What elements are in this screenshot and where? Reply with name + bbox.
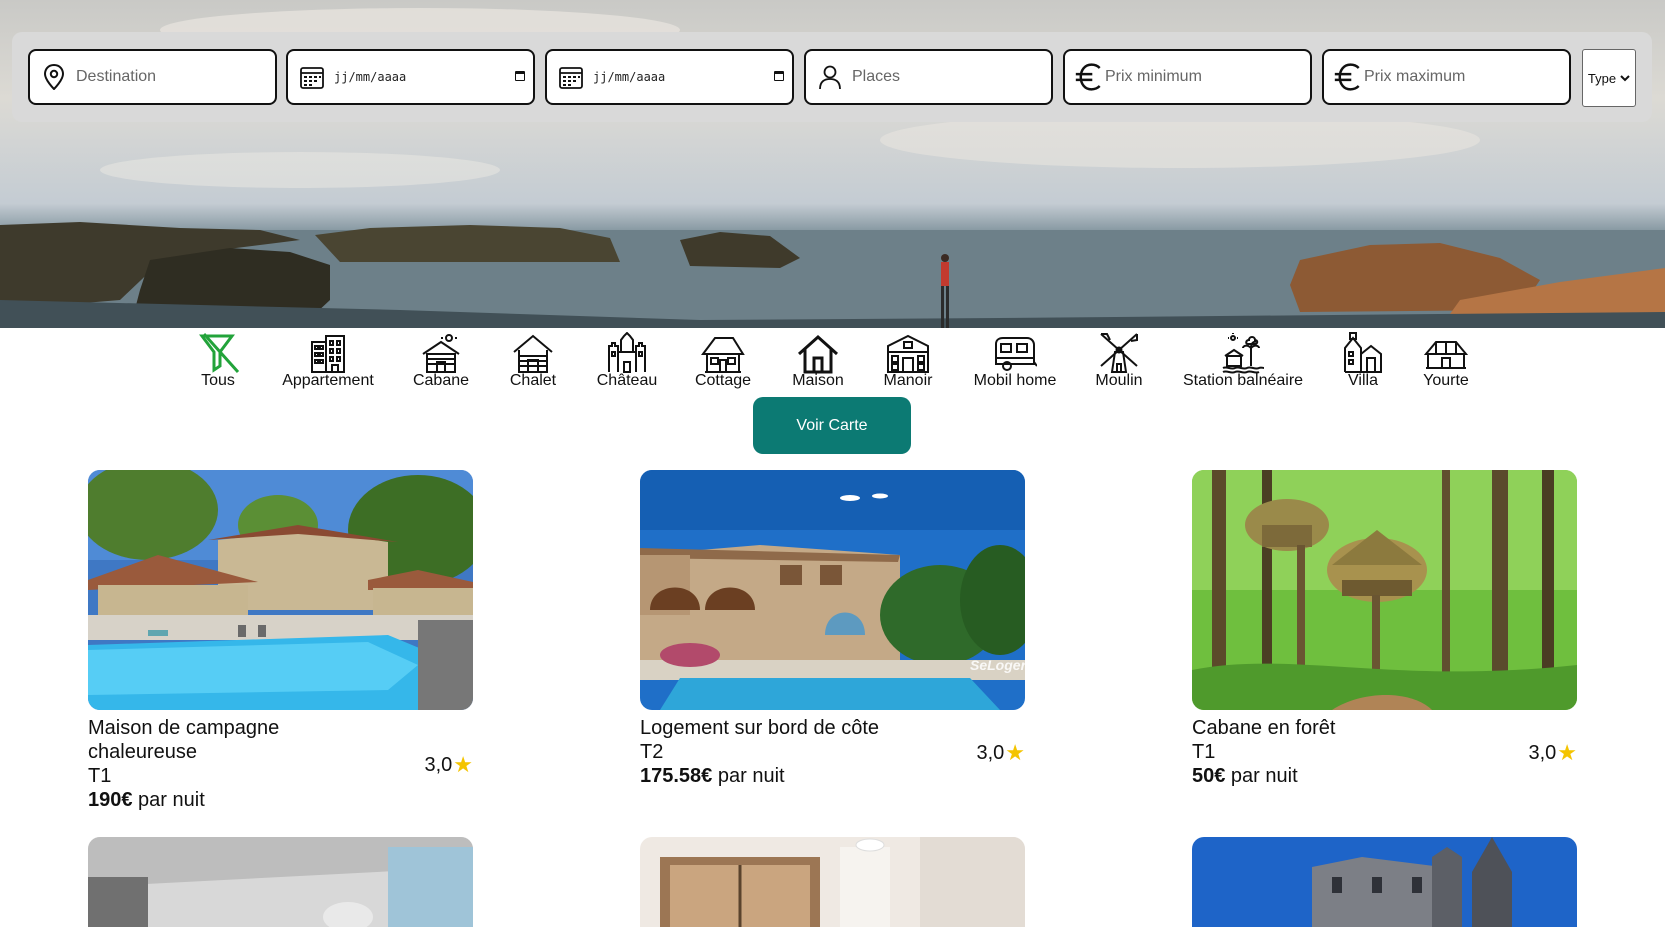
category-tous[interactable]: Tous bbox=[193, 332, 243, 390]
places-input[interactable]: Places bbox=[852, 68, 900, 86]
category-label: Cabane bbox=[412, 372, 470, 389]
image-watermark: SeLoger bbox=[970, 657, 1025, 673]
price-suffix: par nuit bbox=[712, 765, 785, 787]
category-maison[interactable]: Maison bbox=[788, 332, 848, 390]
calendar-icon bbox=[298, 63, 326, 91]
euro-icon bbox=[1334, 63, 1362, 91]
listing-price: 175.58€ par nuit bbox=[640, 764, 1025, 788]
category-label: Moulin bbox=[1095, 372, 1143, 389]
castle-icon bbox=[608, 332, 646, 373]
category-label: Mobil home bbox=[973, 372, 1057, 389]
category-label: Tous bbox=[201, 372, 235, 389]
star-icon: ★ bbox=[453, 752, 473, 777]
start-date-input[interactable]: jj/mm/aaaa bbox=[334, 70, 406, 84]
price-suffix: par nuit bbox=[1225, 765, 1298, 787]
listing-image[interactable] bbox=[1192, 470, 1577, 710]
category-yourte[interactable]: Yourte bbox=[1418, 332, 1474, 390]
category-chalet[interactable]: Chalet bbox=[503, 332, 563, 390]
category-label: Appartement bbox=[282, 372, 374, 389]
mobile-home-icon bbox=[995, 337, 1037, 371]
category-cabane[interactable]: Cabane bbox=[411, 332, 471, 390]
yurt-icon bbox=[1424, 341, 1468, 369]
listing-image[interactable] bbox=[1192, 837, 1577, 927]
price-min-input[interactable]: Prix minimum bbox=[1105, 68, 1202, 86]
house-icon bbox=[797, 334, 839, 374]
listing-image[interactable] bbox=[88, 470, 473, 710]
category-chateau[interactable]: Château bbox=[594, 332, 660, 390]
places-field[interactable]: Places bbox=[804, 49, 1053, 105]
category-label: Manoir bbox=[883, 372, 933, 389]
villa-icon bbox=[1344, 332, 1382, 373]
star-icon: ★ bbox=[1005, 740, 1025, 765]
price-amount: 50€ bbox=[1192, 765, 1226, 787]
category-appartement[interactable]: Appartement bbox=[278, 332, 378, 390]
listing-price: 190€ par nuit bbox=[88, 788, 473, 812]
end-date-field[interactable]: jj/mm/aaaa bbox=[545, 49, 794, 105]
price-suffix: par nuit bbox=[132, 789, 205, 811]
apartment-building-icon bbox=[311, 335, 345, 373]
listing-title[interactable]: Cabane en forêt bbox=[1192, 716, 1422, 740]
listing-type: T1 bbox=[1192, 741, 1216, 763]
listing-price: 50€ par nuit bbox=[1192, 764, 1577, 788]
type-select-value: Type bbox=[1587, 70, 1617, 86]
price-amount: 190€ bbox=[88, 789, 133, 811]
price-max-input[interactable]: Prix maximum bbox=[1364, 68, 1465, 86]
destination-input[interactable]: Destination bbox=[76, 68, 156, 86]
chevron-down-icon bbox=[1620, 75, 1630, 82]
destination-field[interactable]: Destination bbox=[28, 49, 277, 105]
euro-icon bbox=[1075, 63, 1103, 91]
cottage-icon bbox=[701, 337, 745, 373]
cabin-icon bbox=[422, 334, 460, 373]
price-min-field[interactable]: Prix minimum bbox=[1063, 49, 1312, 105]
category-label: Villa bbox=[1348, 372, 1378, 389]
calendar-icon bbox=[557, 63, 585, 91]
category-bar: Tous Appartement Cabane Chalet Château C… bbox=[0, 330, 1665, 392]
rating-value: 3,0 bbox=[424, 753, 453, 776]
category-label: Chalet bbox=[509, 372, 557, 389]
listing-image[interactable] bbox=[640, 837, 1025, 927]
category-label: Cottage bbox=[694, 372, 752, 389]
listing-image[interactable] bbox=[88, 837, 473, 927]
listing-card[interactable]: SeLoger Logement sur bord de côte T2 175… bbox=[640, 470, 1025, 788]
end-date-input[interactable]: jj/mm/aaaa bbox=[593, 70, 665, 84]
user-icon bbox=[816, 63, 844, 91]
star-icon: ★ bbox=[1557, 740, 1577, 765]
category-label: Château bbox=[596, 372, 658, 389]
category-label: Maison bbox=[792, 372, 844, 389]
listing-rating: 3,0 ★ bbox=[1528, 740, 1577, 766]
category-manoir[interactable]: Manoir bbox=[878, 332, 938, 390]
listing-rating: 3,0 ★ bbox=[424, 752, 473, 778]
start-date-field[interactable]: jj/mm/aaaa bbox=[286, 49, 535, 105]
category-cottage[interactable]: Cottage bbox=[691, 332, 755, 390]
listing-title[interactable]: Logement sur bord de côte bbox=[640, 716, 940, 740]
price-amount: 175.58€ bbox=[640, 765, 713, 787]
category-label: Yourte bbox=[1423, 372, 1469, 389]
category-mobil-home[interactable]: Mobil home bbox=[970, 332, 1060, 390]
rating-value: 3,0 bbox=[976, 741, 1005, 764]
listing-image[interactable]: SeLoger bbox=[640, 470, 1025, 710]
listing-card[interactable]: Cabane en forêt T1 50€ par nuit 3,0 ★ bbox=[1192, 470, 1577, 788]
date-picker-icon[interactable] bbox=[774, 71, 784, 81]
location-pin-icon bbox=[40, 63, 68, 91]
category-villa[interactable]: Villa bbox=[1336, 332, 1390, 390]
manor-icon bbox=[887, 334, 929, 373]
rating-value: 3,0 bbox=[1528, 741, 1557, 764]
chalet-icon bbox=[513, 334, 553, 373]
listing-card[interactable]: Maison de campagne chaleureuse T1 190€ p… bbox=[88, 470, 473, 812]
windmill-icon bbox=[1100, 333, 1138, 373]
view-map-button[interactable]: Voir Carte bbox=[753, 397, 911, 454]
type-select[interactable]: Type bbox=[1582, 49, 1636, 107]
listing-type: T1 bbox=[88, 765, 112, 787]
listing-type: T2 bbox=[640, 741, 664, 763]
category-label: Station balnéaire bbox=[1182, 372, 1304, 389]
seaside-resort-icon bbox=[1222, 333, 1265, 374]
filter-off-icon bbox=[199, 332, 240, 374]
listing-rating: 3,0 ★ bbox=[976, 740, 1025, 766]
price-max-field[interactable]: Prix maximum bbox=[1322, 49, 1571, 105]
category-station-balneaire[interactable]: Station balnéaire bbox=[1181, 332, 1305, 390]
date-picker-icon[interactable] bbox=[515, 71, 525, 81]
search-filter-bar: Destination jj/mm/aaaa jj/mm/aaaa Places… bbox=[12, 32, 1652, 122]
category-moulin[interactable]: Moulin bbox=[1089, 332, 1149, 390]
listing-title[interactable]: Maison de campagne chaleureuse bbox=[88, 716, 318, 764]
